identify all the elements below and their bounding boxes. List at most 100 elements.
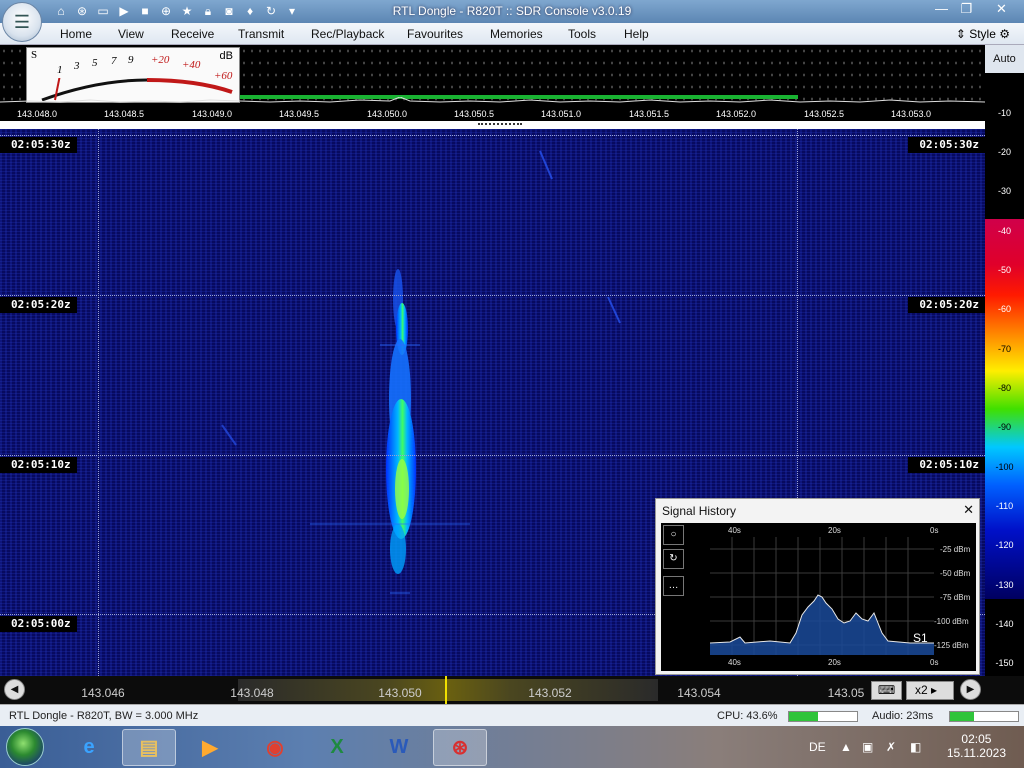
tray-network-icon[interactable]: ✗: [886, 740, 896, 754]
time-gridline: [0, 455, 985, 456]
signal-history-graph: [710, 537, 934, 655]
db-label: -120: [995, 540, 1014, 550]
bottom-freq-label: 143.046: [81, 686, 125, 700]
s-meter-tick: 1: [57, 64, 63, 76]
db-label: -20: [997, 147, 1011, 157]
chrome-icon[interactable]: ◉: [248, 729, 302, 766]
time-label: 20s: [828, 658, 841, 667]
home-icon[interactable]: ⌂: [52, 3, 70, 20]
audio-meter: [949, 711, 1019, 722]
db-label: -100: [995, 462, 1014, 472]
menu-transmit[interactable]: Transmit: [238, 27, 284, 41]
auto-scale-button[interactable]: Auto: [985, 45, 1024, 73]
start-button[interactable]: [6, 728, 44, 766]
tray-expand-icon[interactable]: ▲: [840, 740, 852, 754]
menu-memories[interactable]: Memories: [490, 27, 543, 41]
close-icon[interactable]: ✕: [979, 0, 1024, 20]
media-player-icon[interactable]: ▶: [183, 729, 237, 766]
word-icon[interactable]: W: [372, 729, 426, 766]
style-menu[interactable]: ⇕ Style ⚙: [956, 27, 1010, 41]
db-label: -80: [997, 383, 1011, 393]
language-indicator[interactable]: DE: [809, 740, 826, 754]
more-button[interactable]: …: [663, 576, 684, 596]
camera-icon[interactable]: ◙: [220, 3, 238, 20]
quick-access-toolbar: ⌂ ⊛ ▭ ▶ ■ ⊕ ★ 🔒︎ ◙ ♦ ↻ ▾: [52, 3, 301, 20]
bottom-freq-label: 143.052: [528, 686, 572, 700]
ruler-tick: 143.048.0: [16, 109, 58, 119]
menu-home[interactable]: Home: [60, 27, 92, 41]
db-label: -140: [995, 619, 1014, 629]
excel-icon[interactable]: X: [310, 729, 364, 766]
ruler-tick: 143.050.5: [453, 109, 495, 119]
tray-device-icon[interactable]: ▣: [862, 740, 873, 754]
zoom-selector[interactable]: x2 ▸: [906, 681, 954, 700]
menu-favourites[interactable]: Favourites: [407, 27, 463, 41]
bottom-freq-label: 143.054: [677, 686, 721, 700]
keyboard-icon[interactable]: ⌨: [871, 681, 902, 700]
refresh-icon[interactable]: ↻: [262, 3, 280, 20]
ruler-tick: 143.050.0: [366, 109, 408, 119]
bottom-freq-label: 143.050: [378, 686, 422, 700]
window-controls: — ❐ ✕: [929, 0, 1024, 20]
device-status: RTL Dongle - R820T, BW = 3.000 MHz: [9, 710, 199, 722]
ruler-tick: 143.051.5: [628, 109, 670, 119]
bottom-freq-label: 143.05: [827, 686, 865, 700]
clock[interactable]: 02:05 15.11.2023: [947, 732, 1006, 760]
dbm-label: -75 dBm: [940, 593, 971, 602]
frequency-scroll-bar[interactable]: ◀ 143.046 143.048 143.050 143.052 143.05…: [0, 676, 1024, 704]
sdr-console-window: RTL Dongle - R820T :: SDR Console v3.0.1…: [0, 0, 1024, 768]
application-menu-button[interactable]: ☰: [2, 2, 42, 42]
play-icon[interactable]: ▶: [115, 3, 133, 20]
restore-icon[interactable]: ❐: [954, 0, 979, 20]
clock-time: 02:05: [961, 732, 992, 746]
scroll-left-icon[interactable]: ◀: [4, 679, 25, 700]
audio-meter-fill: [950, 712, 974, 721]
db-scale[interactable]: Auto -10 -20 -30 -40 -50 -60 -70 -80 -90…: [985, 45, 1024, 676]
lifebuoy-icon[interactable]: ⊛: [73, 3, 91, 20]
folder-icon[interactable]: ▭: [94, 3, 112, 20]
menu-view[interactable]: View: [118, 27, 144, 41]
tray-volume-icon[interactable]: ◧: [910, 740, 921, 754]
s-meter-tick: 9: [128, 54, 134, 66]
menu-rec-playback[interactable]: Rec/Playback: [311, 27, 384, 41]
reset-button[interactable]: ↻: [663, 549, 684, 569]
db-label: -10: [997, 108, 1011, 118]
timestamp-left: 02:05:10z: [0, 457, 77, 473]
drop-icon[interactable]: ♦: [241, 3, 259, 20]
dropdown-icon[interactable]: ▾: [283, 3, 301, 20]
ruler-tick: 143.053.0: [890, 109, 932, 119]
db-label: -90: [997, 422, 1011, 432]
close-icon[interactable]: ✕: [963, 502, 974, 518]
menu-receive[interactable]: Receive: [171, 27, 214, 41]
star-icon[interactable]: ★: [178, 3, 196, 20]
menu-help[interactable]: Help: [624, 27, 649, 41]
plus-icon[interactable]: ⊕: [157, 3, 175, 20]
tuning-bar[interactable]: [0, 121, 985, 129]
timestamp-left: 02:05:20z: [0, 297, 77, 313]
stop-icon[interactable]: ■: [136, 3, 154, 20]
db-label: -70: [997, 344, 1011, 354]
visible-range-highlight[interactable]: [238, 679, 658, 701]
time-label: 20s: [828, 526, 841, 535]
signal-history-title: Signal History: [662, 504, 737, 518]
record-button[interactable]: ○: [663, 525, 684, 545]
cpu-meter: [788, 711, 858, 722]
clock-date: 15.11.2023: [946, 746, 1006, 760]
menu-tools[interactable]: Tools: [568, 27, 596, 41]
s-meter-tick: 5: [92, 57, 98, 69]
timestamp-right: 02:05:30z: [908, 137, 985, 153]
sdr-console-icon[interactable]: ⊛: [433, 729, 487, 766]
zoom-label: x2: [915, 683, 928, 697]
timestamp-left: 02:05:00z: [0, 616, 77, 632]
ruler-tick: 143.052.0: [715, 109, 757, 119]
explorer-icon[interactable]: ▤: [122, 729, 176, 766]
minimize-icon[interactable]: —: [929, 0, 954, 20]
ie-icon[interactable]: e: [62, 729, 116, 766]
filter-marker[interactable]: [478, 123, 522, 126]
lock-icon[interactable]: 🔒︎: [199, 3, 217, 20]
scroll-right-icon[interactable]: ▶: [960, 679, 981, 700]
taskbar: e ▤ ▶ ◉ X W ⊛ DE ▲ ▣ ✗ ◧ 02:05 15.11.202…: [0, 726, 1024, 768]
frequency-ruler[interactable]: 143.048.0 143.048.5 143.049.0 143.049.5 …: [0, 107, 985, 121]
db-label: -110: [995, 501, 1014, 511]
tuning-cursor[interactable]: [445, 676, 447, 704]
